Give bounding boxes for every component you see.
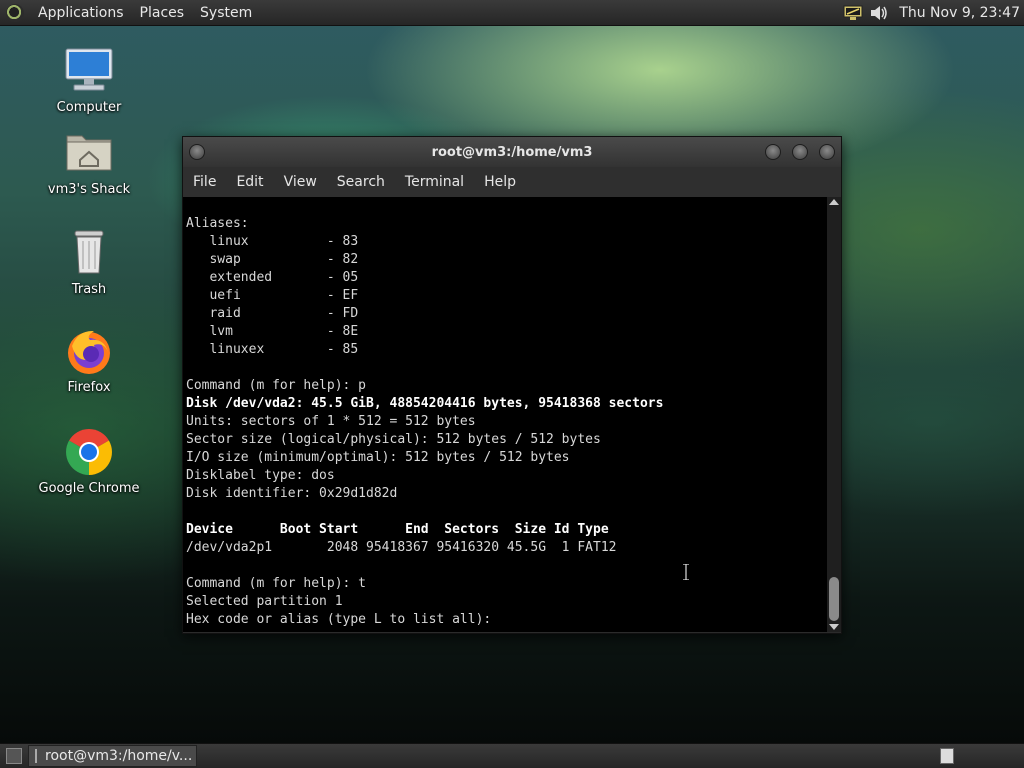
computer-icon: [64, 46, 114, 96]
minimize-button[interactable]: [765, 144, 781, 160]
terminal-scrollbar[interactable]: [827, 197, 841, 632]
desktop-icon-label: Computer: [56, 100, 122, 115]
terminal-icon: [35, 749, 37, 763]
taskbar-item-terminal[interactable]: root@vm3:/home/v...: [28, 745, 197, 767]
terminal-line: Command (m for help): t: [186, 576, 367, 591]
scrollbar-thumb[interactable]: [829, 577, 839, 621]
menu-applications[interactable]: Applications: [30, 5, 132, 21]
desktop-icon-label: vm3's Shack: [47, 182, 131, 197]
terminal-line: Aliases:: [186, 216, 249, 231]
terminal-line: Disk identifier: 0x29d1d82d: [186, 486, 398, 501]
home-folder-icon: [64, 128, 114, 178]
terminal-line: extended - 05: [186, 270, 359, 285]
desktop-icon-trash[interactable]: Trash: [34, 228, 144, 297]
terminal-line: Disklabel type: dos: [186, 468, 335, 483]
desktop-icon-firefox[interactable]: Firefox: [34, 326, 144, 395]
terminal-line: /dev/vda2p1 2048 95418367 95416320 45.5G…: [186, 540, 617, 555]
chrome-icon: [64, 427, 114, 477]
top-panel: Applications Places System Thu Nov 9, 23…: [0, 0, 1024, 26]
desktop-icon-home[interactable]: vm3's Shack: [34, 128, 144, 197]
menu-file[interactable]: File: [183, 174, 226, 190]
volume-icon[interactable]: [869, 4, 889, 22]
network-icon[interactable]: [843, 4, 863, 22]
scroll-up-icon[interactable]: [829, 199, 839, 205]
taskbar-item-label: root@vm3:/home/v...: [45, 748, 193, 764]
terminal-menubar: File Edit View Search Terminal Help: [183, 167, 841, 197]
firefox-icon: [64, 326, 114, 376]
terminal-text: Aliases: linux - 83 swap - 82 extended -…: [183, 197, 827, 629]
menu-system[interactable]: System: [192, 5, 260, 21]
main-menu-logo-icon[interactable]: [6, 3, 24, 22]
close-button[interactable]: [819, 144, 835, 160]
window-title: root@vm3:/home/vm3: [431, 144, 593, 160]
terminal-line: I/O size (minimum/optimal): 512 bytes / …: [186, 450, 570, 465]
menu-help[interactable]: Help: [474, 174, 526, 190]
window-titlebar[interactable]: root@vm3:/home/vm3: [183, 137, 841, 167]
trash-icon: [64, 228, 114, 278]
terminal-line: lvm - 8E: [186, 324, 359, 339]
menu-search[interactable]: Search: [327, 174, 395, 190]
terminal-line: Hex code or alias (type L to list all):: [186, 612, 500, 627]
terminal-line: Selected partition 1: [186, 594, 343, 609]
desktop-icon-label: Firefox: [67, 380, 111, 395]
desktop-icon-chrome[interactable]: Google Chrome: [34, 427, 144, 496]
terminal-line: Disk /dev/vda2: 45.5 GiB, 48854204416 by…: [186, 396, 664, 411]
clock[interactable]: Thu Nov 9, 23:47: [895, 5, 1020, 21]
menu-terminal[interactable]: Terminal: [395, 174, 474, 190]
desktop-icon-computer[interactable]: Computer: [34, 46, 144, 115]
terminal-line: Units: sectors of 1 * 512 = 512 bytes: [186, 414, 476, 429]
menu-places[interactable]: Places: [132, 5, 193, 21]
terminal-line: linux - 83: [186, 234, 359, 249]
scroll-down-icon[interactable]: [829, 624, 839, 630]
window-menu-button[interactable]: [189, 144, 205, 160]
terminal-line: uefi - EF: [186, 288, 359, 303]
terminal-line: swap - 82: [186, 252, 359, 267]
desktop-icon-label: Trash: [71, 282, 107, 297]
menu-edit[interactable]: Edit: [226, 174, 273, 190]
maximize-button[interactable]: [792, 144, 808, 160]
terminal-line: Device Boot Start End Sectors Size Id Ty…: [186, 522, 609, 537]
terminal-output[interactable]: Aliases: linux - 83 swap - 82 extended -…: [183, 197, 827, 632]
terminal-line: Command (m for help): p: [186, 378, 367, 393]
terminal-line: linuxex - 85: [186, 342, 359, 357]
system-tray: Thu Nov 9, 23:47: [843, 4, 1024, 22]
terminal-line: Sector size (logical/physical): 512 byte…: [186, 432, 601, 447]
bottom-panel: root@vm3:/home/v...: [0, 743, 1024, 768]
terminal-line: raid - FD: [186, 306, 359, 321]
menu-view[interactable]: View: [274, 174, 327, 190]
desktop-icon-label: Google Chrome: [38, 481, 140, 496]
terminal-window[interactable]: root@vm3:/home/vm3 File Edit View Search…: [182, 136, 842, 634]
ibeam-cursor-icon: [683, 563, 689, 581]
workspace-switcher[interactable]: [940, 748, 954, 764]
show-desktop-button[interactable]: [6, 748, 22, 764]
